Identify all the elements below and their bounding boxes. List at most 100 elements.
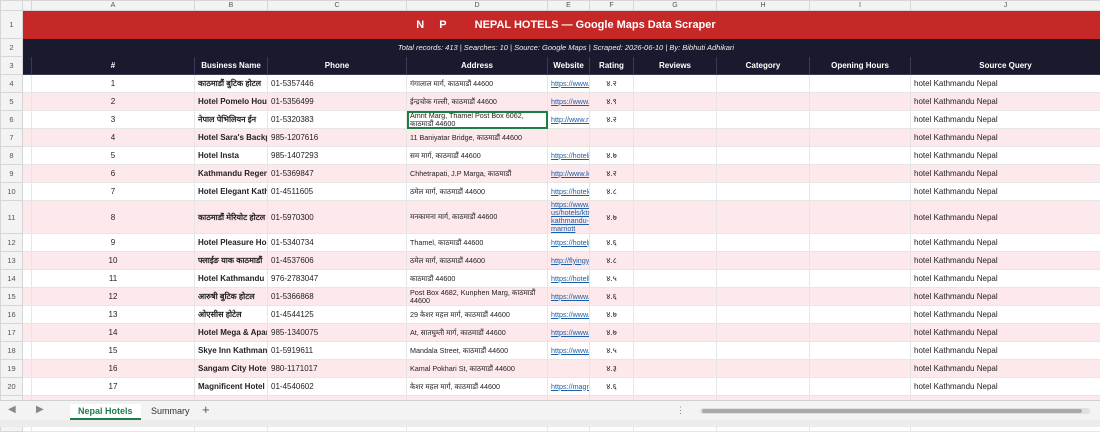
cell-category[interactable] [717,288,810,306]
cell-address[interactable]: Amrit Marg, Thamel Post Box 6062, काठमाड… [407,111,548,129]
cell-website[interactable]: https://www.pomelohouseinn.com/ [548,93,590,111]
cell-phone[interactable]: 01-5357446 [268,75,407,93]
cell-rating[interactable]: ४.७ [590,324,634,342]
column-header-j[interactable]: J [911,1,1100,11]
cell-source-query[interactable]: hotel Kathmandu Nepal [911,342,1100,360]
cell-address[interactable]: Post Box 4682, Kunphen Marg, काठमाडौं 44… [407,288,548,306]
row-number[interactable]: 7 [1,129,23,147]
cell-website[interactable] [548,129,590,147]
cell-category[interactable] [717,306,810,324]
cell-website[interactable]: https://www.oasiskathmanduhotel.com/ [548,306,590,324]
cell-category[interactable] [717,201,810,234]
cell-address[interactable]: ठमेल मार्ग, काठमाडौं 44600 [407,183,548,201]
cell-opening-hours[interactable] [810,165,911,183]
cell-rating[interactable]: ४.८ [590,252,634,270]
cell-address[interactable]: 29 केशर महल मार्ग, काठमाडौं 44600 [407,306,548,324]
cell-category[interactable] [717,360,810,378]
cell-rating[interactable]: ४.८ [590,183,634,201]
cell-business-name[interactable]: Skye Inn Kathmandu [195,342,268,360]
row-number[interactable]: 5 [1,93,23,111]
cell-source-query[interactable]: hotel Kathmandu Nepal [911,288,1100,306]
cell-source-query[interactable]: hotel Kathmandu Nepal [911,360,1100,378]
cell-rating[interactable] [590,129,634,147]
cell-reviews[interactable] [634,165,717,183]
cell-source-query[interactable]: hotel Kathmandu Nepal [911,75,1100,93]
cell-number[interactable]: 13 [32,306,195,324]
row-number[interactable]: 2 [1,39,23,57]
row-number[interactable]: 1 [1,11,23,39]
header-col-reviews[interactable]: Reviews [634,57,717,75]
cell-source-query[interactable]: hotel Kathmandu Nepal [911,234,1100,252]
column-header-e[interactable]: E [548,1,590,11]
cell-opening-hours[interactable] [810,75,911,93]
cell-website[interactable]: https://www.arushiboutiquehotel.com/ [548,288,590,306]
header-col-business-name[interactable]: Business Name [195,57,268,75]
cell-source-query[interactable]: hotel Kathmandu Nepal [911,378,1100,396]
row-number[interactable]: 20 [1,378,23,396]
cell-reviews[interactable] [634,288,717,306]
cell-rating[interactable]: ४.९ [590,93,634,111]
row-number[interactable]: 9 [1,165,23,183]
row-number[interactable]: 3 [1,57,23,75]
cell-reviews[interactable] [634,147,717,165]
cell-reviews[interactable] [634,129,717,147]
cell-address[interactable]: काठमाडौं 44600 [407,270,548,288]
cell-business-name[interactable]: नेपाल पेभिलियन ईन [195,111,268,129]
cell-rating[interactable]: ४.५ [590,342,634,360]
row-number[interactable]: 12 [1,234,23,252]
tab-nepal-hotels[interactable]: Nepal Hotels [70,404,141,420]
cell-website[interactable]: http://flyingyakkathmandu.com/ [548,252,590,270]
cell-category[interactable] [717,111,810,129]
cell-rating[interactable]: ४.२ [590,75,634,93]
cell-rating[interactable]: ४.७ [590,201,634,234]
cell-business-name[interactable]: Hotel Kathmandu Inn [195,270,268,288]
cell-phone[interactable]: 01-5369847 [268,165,407,183]
cell-phone[interactable]: 01-5970300 [268,201,407,234]
column-header-i[interactable]: I [810,1,911,11]
cell-address[interactable]: Chhetrapati, J.P Marga, काठमाडौं [407,165,548,183]
cell-source-query[interactable]: hotel Kathmandu Nepal [911,270,1100,288]
row-number[interactable]: 17 [1,324,23,342]
cell-reviews[interactable] [634,342,717,360]
row-number[interactable]: 13 [1,252,23,270]
cell-website[interactable]: https://www.hotelmegakathmandu.com/ [548,324,590,342]
cell-rating[interactable]: ४.६ [590,234,634,252]
column-header-d[interactable]: D [407,1,548,11]
cell-reviews[interactable] [634,360,717,378]
cell-phone[interactable]: 01-5919611 [268,342,407,360]
cell-number[interactable]: 4 [32,129,195,147]
cell-website[interactable]: http://www.nepalpavilioninn.com/ [548,111,590,129]
cell-business-name[interactable]: Magnificent Hotel [195,378,268,396]
cell-opening-hours[interactable] [810,93,911,111]
next-sheet-icon[interactable]: ▶ [36,404,44,415]
cell-website[interactable]: https://hotelpleasurehome.com/ [548,234,590,252]
header-col-website[interactable]: Website [548,57,590,75]
cell-business-name[interactable]: Kathmandu Regency Hotel [195,165,268,183]
cell-number[interactable]: 12 [32,288,195,306]
scrollbar-thumb[interactable] [702,409,1082,413]
cell-reviews[interactable] [634,183,717,201]
header-col-source-query[interactable]: Source Query [911,57,1100,75]
cell-website[interactable] [548,360,590,378]
cell-opening-hours[interactable] [810,234,911,252]
cell-number[interactable]: 11 [32,270,195,288]
cell-rating[interactable]: ४.२ [590,111,634,129]
header-col-phone[interactable]: Phone [268,57,407,75]
add-sheet-icon[interactable]: + [202,402,210,417]
cell-website[interactable]: https://hotelinsta.com.np/ [548,147,590,165]
row-number[interactable]: 8 [1,147,23,165]
cell-opening-hours[interactable] [810,342,911,360]
column-header-h[interactable]: H [717,1,810,11]
cell-source-query[interactable]: hotel Kathmandu Nepal [911,306,1100,324]
header-col-opening-hours[interactable]: Opening Hours [810,57,911,75]
cell-website[interactable]: https://hotelelegant.com/ [548,183,590,201]
row-number[interactable]: 11 [1,201,23,234]
cell-category[interactable] [717,234,810,252]
cell-address[interactable]: गंगालाल मार्ग, काठमाडौं 44600 [407,75,548,93]
cell-source-query[interactable]: hotel Kathmandu Nepal [911,129,1100,147]
cell-website[interactable]: https://www.skyeinnkathmandu.com/ [548,342,590,360]
cell-opening-hours[interactable] [810,129,911,147]
row-number[interactable]: 19 [1,360,23,378]
cell-business-name[interactable]: Hotel Sara's Backpackers (P) Ltd. [195,129,268,147]
cell-category[interactable] [717,252,810,270]
